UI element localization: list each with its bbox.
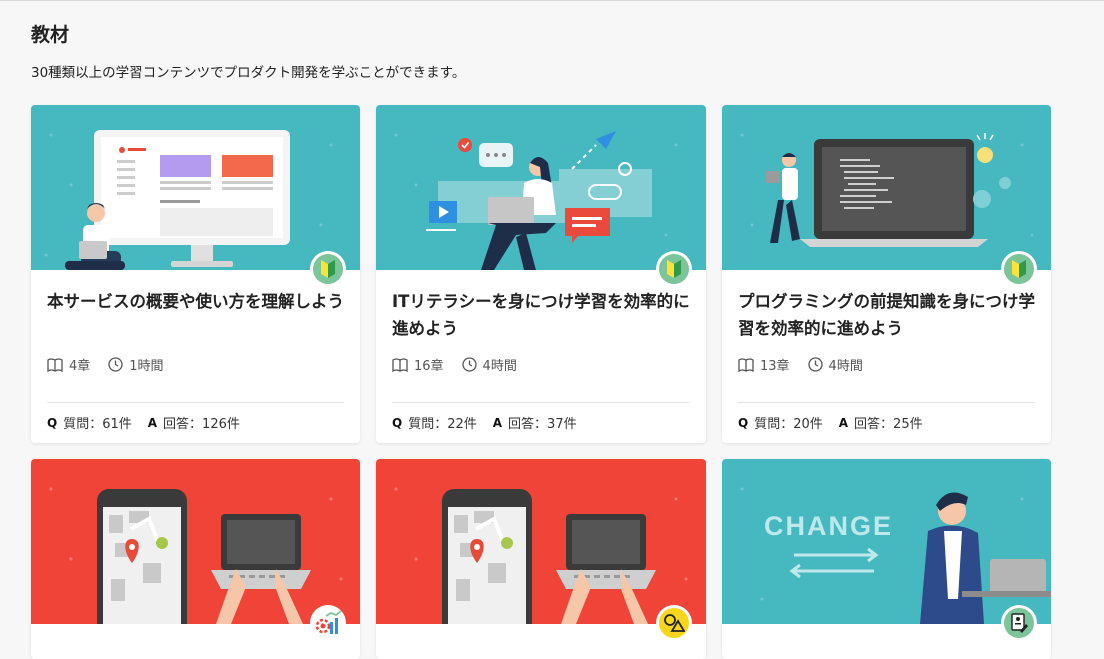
question-count: 質問：61件 — [63, 417, 132, 432]
question-count: 質問：20件 — [754, 417, 823, 432]
course-thumbnail — [722, 105, 1051, 270]
top-border — [0, 0, 1104, 1]
answer-icon: A — [147, 415, 158, 430]
course-card[interactable] — [31, 459, 360, 659]
badge — [656, 605, 692, 641]
page-description: 30種類以上の学習コンテンツでプロダクト開発を学ぶことができます。 — [31, 65, 466, 81]
beginner-mark-icon — [659, 254, 689, 284]
course-thumbnail — [31, 459, 360, 624]
book-icon — [738, 357, 754, 372]
divider — [47, 402, 344, 403]
course-grid: 本サービスの概要や使い方を理解しよう 4章 1時間 Q 質問：61件 A 回答：12… — [31, 105, 1051, 659]
course-thumbnail — [31, 105, 360, 270]
question-count: 質問：22件 — [408, 417, 477, 432]
course-title: ITリテラシーを身につけ学習を効率的に進めよう — [392, 292, 690, 338]
chapter-count: 13章 — [760, 359, 790, 374]
course-title: 本サービスの概要や使い方を理解しよう — [47, 292, 344, 311]
course-card[interactable]: プログラミングの前提知識を身につけ学習を効率的に進めよう 13章 4時間 Q 質問… — [722, 105, 1051, 443]
duration: 4時間 — [828, 359, 863, 374]
divider — [738, 402, 1035, 403]
badge — [1001, 251, 1037, 287]
beginner-mark-icon — [313, 254, 343, 284]
answer-count: 回答：126件 — [163, 417, 240, 432]
page-title: 教材 — [31, 24, 70, 46]
course-card[interactable]: ITリテラシーを身につけ学習を効率的に進めよう 16章 4時間 Q 質問：22件 … — [376, 105, 706, 443]
question-icon: Q — [738, 415, 749, 430]
question-icon: Q — [392, 415, 403, 430]
chapter-count: 4章 — [69, 359, 91, 374]
settings-chart-icon — [313, 608, 343, 638]
course-thumbnail — [376, 105, 706, 270]
answer-count: 回答：25件 — [854, 417, 923, 432]
book-icon — [47, 357, 63, 372]
course-thumbnail — [376, 459, 706, 624]
course-card[interactable] — [376, 459, 706, 659]
divider — [392, 402, 690, 403]
clock-icon — [807, 357, 823, 372]
badge — [656, 251, 692, 287]
badge — [1001, 605, 1037, 641]
course-title: プログラミングの前提知識を身につけ学習を効率的に進めよう — [738, 292, 1035, 338]
badge — [310, 251, 346, 287]
chapter-count: 16章 — [414, 359, 444, 374]
duration: 4時間 — [482, 359, 517, 374]
thumbnail-text: CHANGE — [764, 511, 893, 541]
shapes-icon — [659, 608, 689, 638]
course-card[interactable]: 本サービスの概要や使い方を理解しよう 4章 1時間 Q 質問：61件 A 回答：12… — [31, 105, 360, 443]
answer-icon: A — [492, 415, 503, 430]
badge — [310, 605, 346, 641]
answer-icon: A — [838, 415, 849, 430]
beginner-mark-icon — [1004, 254, 1034, 284]
course-thumbnail: CHANGE — [722, 459, 1051, 624]
profile-edit-icon — [1004, 608, 1034, 638]
question-icon: Q — [47, 415, 58, 430]
clock-icon — [461, 357, 477, 372]
duration: 1時間 — [129, 359, 164, 374]
book-icon — [392, 357, 408, 372]
answer-count: 回答：37件 — [508, 417, 577, 432]
clock-icon — [108, 357, 123, 372]
course-card[interactable]: CHANGE — [722, 459, 1051, 659]
